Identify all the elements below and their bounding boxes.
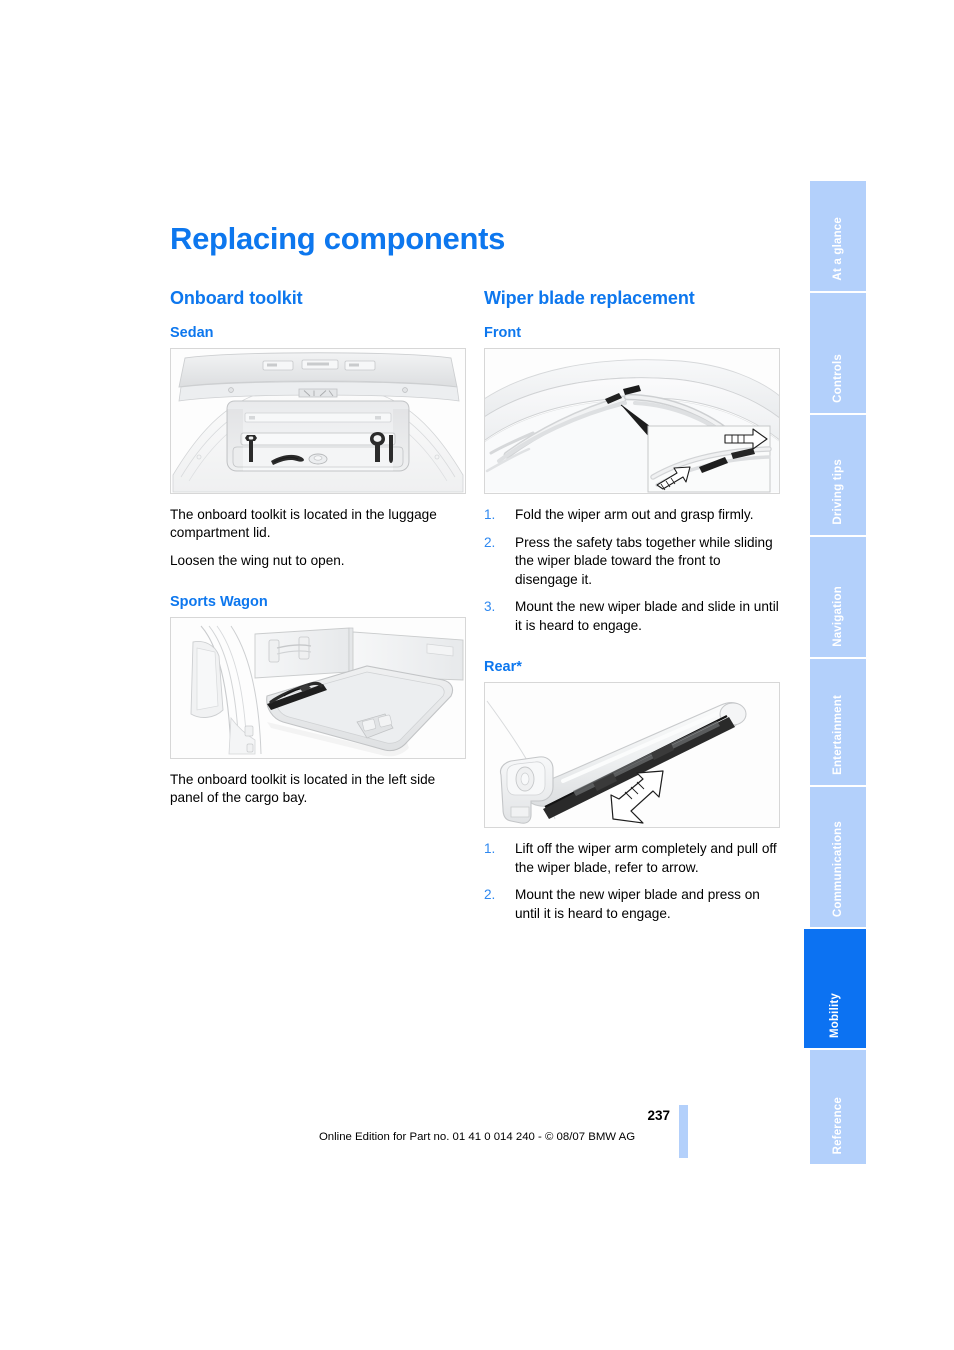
rear-steps-list: 1. Lift off the wiper arm completely and… — [484, 840, 780, 923]
section-heading-onboard-toolkit: Onboard toolkit — [170, 288, 303, 308]
subheading-front: Front — [484, 325, 522, 341]
sidebar-item-controls[interactable]: Controls — [810, 293, 866, 413]
tab-label: At a glance — [832, 217, 844, 281]
section-heading-wiper-blade-replacement: Wiper blade replacement — [484, 288, 695, 308]
step-number: 2. — [484, 887, 496, 902]
tab-label: Mobility — [829, 992, 841, 1038]
page-number: 237 — [647, 1108, 670, 1123]
step-text: Lift off the wiper arm completely and pu… — [515, 841, 777, 875]
tab-label: Reference — [832, 1096, 844, 1154]
tab-label: Driving tips — [832, 459, 844, 525]
sedan-paragraph-2: Loosen the wing nut to open. — [170, 553, 345, 568]
front-steps-list: 1. Fold the wiper arm out and grasp firm… — [484, 506, 780, 635]
tab-label: Entertainment — [832, 695, 844, 775]
step-text: Mount the new wiper blade and slide in u… — [515, 599, 779, 633]
step-number: 3. — [484, 599, 496, 614]
sidebar-item-reference[interactable]: Reference — [810, 1050, 866, 1164]
front-wiper-illustration — [485, 349, 779, 493]
sidebar-item-at-a-glance[interactable]: At a glance — [810, 181, 866, 291]
figure-front-wiper: WHO2914CDLAB — [484, 348, 780, 494]
figure-sedan-trunk-lid: WHNO1411CAVA — [170, 348, 466, 494]
step-number: 1. — [484, 507, 496, 522]
step-text: Mount the new wiper blade and press on u… — [515, 887, 760, 921]
sidebar-item-navigation[interactable]: Navigation — [810, 537, 866, 657]
chapter-tab-navigation: At a glance Controls Driving tips Naviga… — [804, 181, 866, 1166]
sedan-paragraph-1: The onboard toolkit is located in the lu… — [170, 507, 437, 540]
step-number: 2. — [484, 534, 496, 550]
sidebar-item-entertainment[interactable]: Entertainment — [810, 659, 866, 785]
sidebar-item-communications[interactable]: Communications — [810, 787, 866, 927]
left-column: Onboard toolkit Sedan The onboard toolki… — [170, 288, 466, 817]
tab-label: Communications — [832, 820, 844, 917]
list-item: 2. Press the safety tabs together while … — [484, 534, 780, 590]
step-number: 1. — [484, 841, 496, 856]
document-page: Replacing components Onboard toolkit Sed… — [0, 0, 954, 1350]
step-text: Press the safety tabs together while sli… — [515, 534, 773, 587]
tab-label: Navigation — [832, 586, 844, 647]
figure-rear-wiper: WHO2961CD1AB — [484, 682, 780, 828]
footer-note: Online Edition for Part no. 01 41 0 014 … — [318, 1131, 636, 1143]
list-item: 2. Mount the new wiper blade and press o… — [484, 886, 780, 923]
sports-wagon-cargo-illustration — [171, 618, 465, 758]
list-item: 3. Mount the new wiper blade and slide i… — [484, 598, 780, 635]
sidebar-item-mobility[interactable]: Mobility — [804, 929, 866, 1048]
subheading-sports-wagon: Sports Wagon — [170, 594, 268, 610]
right-column: Wiper blade replacement Front 1. Fold th… — [484, 288, 780, 932]
page-title: Replacing components — [170, 221, 506, 256]
subheading-sedan: Sedan — [170, 325, 214, 341]
figure-sports-wagon-cargo-bay: WHO1141CTVAB — [170, 617, 466, 759]
sedan-trunk-illustration — [171, 349, 465, 493]
subheading-rear: Rear* — [484, 659, 522, 675]
step-text: Fold the wiper arm out and grasp firmly. — [515, 507, 754, 522]
list-item: 1. Fold the wiper arm out and grasp firm… — [484, 506, 780, 525]
list-item: 1. Lift off the wiper arm completely and… — [484, 840, 780, 877]
sports-wagon-paragraph-1: The onboard toolkit is located in the le… — [170, 772, 436, 805]
sidebar-item-driving-tips[interactable]: Driving tips — [810, 415, 866, 535]
tab-label: Controls — [832, 354, 844, 403]
rear-wiper-illustration — [485, 683, 779, 827]
